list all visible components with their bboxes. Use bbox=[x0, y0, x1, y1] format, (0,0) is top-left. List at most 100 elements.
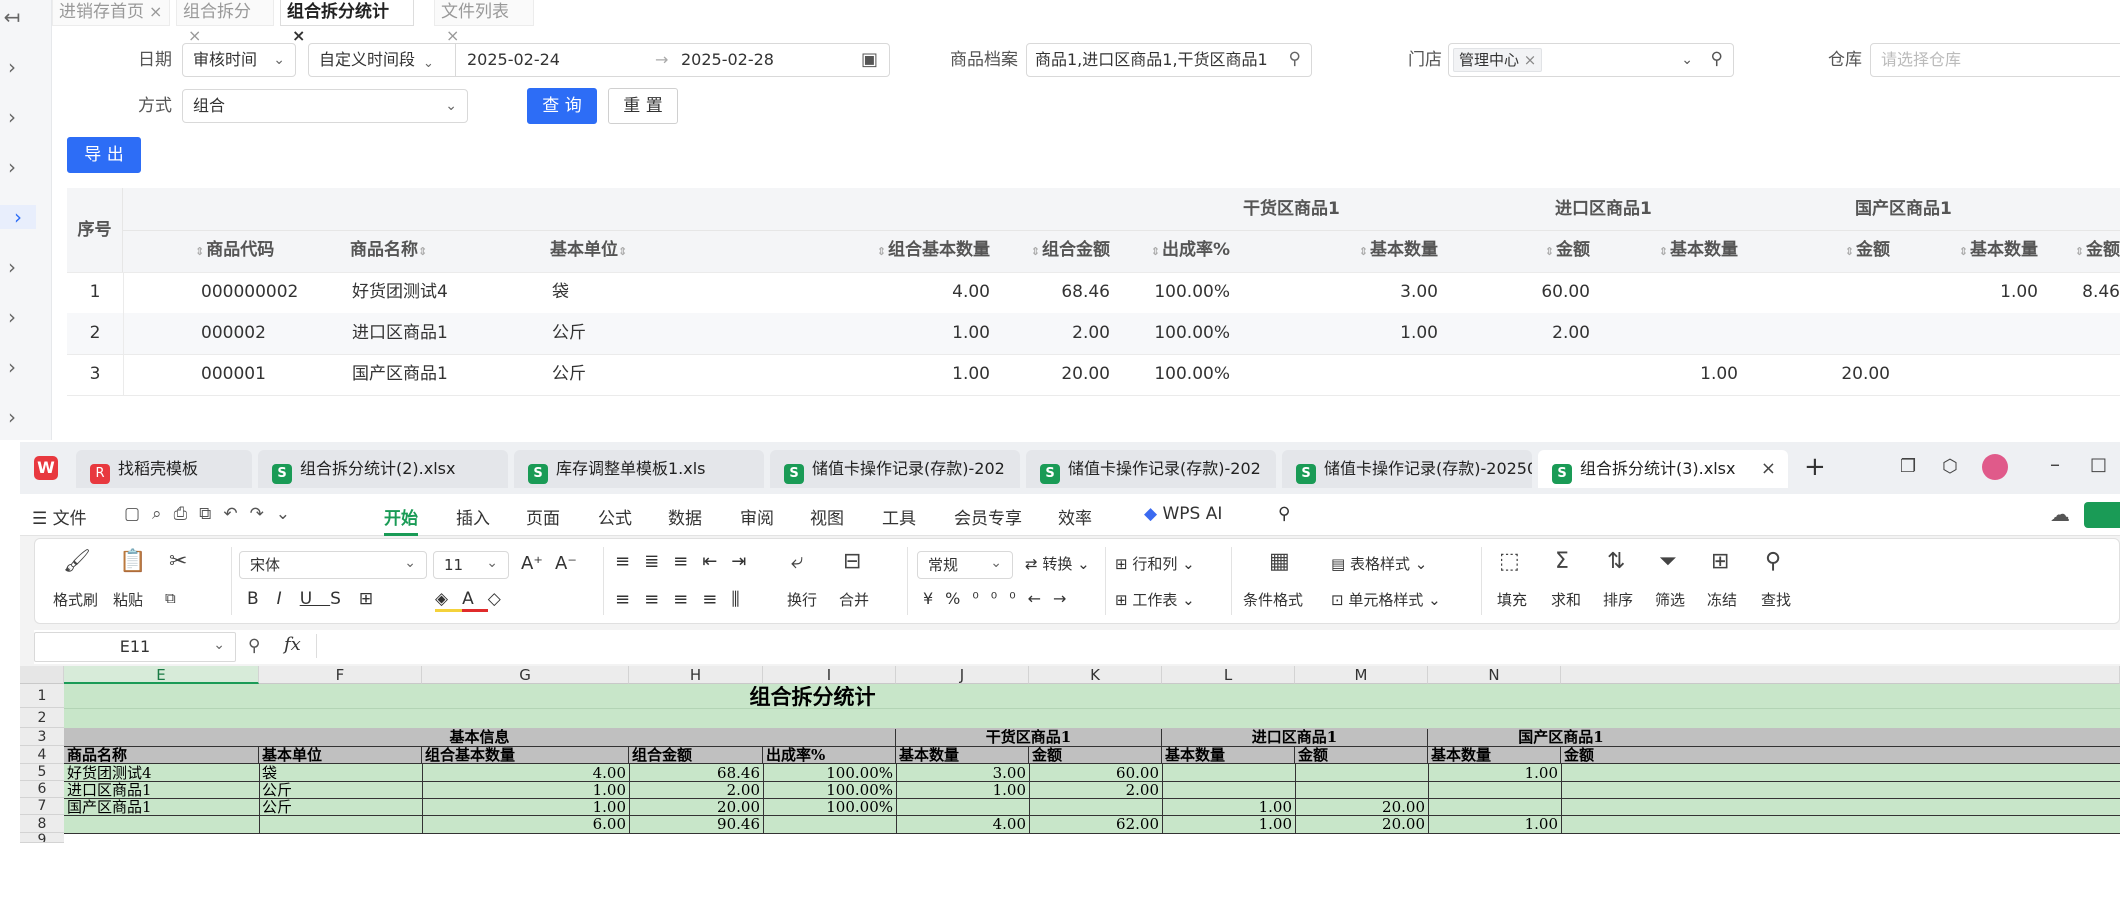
convert-button[interactable]: ⇄ 转换 ⌄ bbox=[1025, 553, 1090, 574]
header-cell[interactable]: 基本数量 bbox=[896, 746, 1029, 764]
col-header-J[interactable]: J bbox=[896, 666, 1029, 684]
formula-input[interactable] bbox=[324, 632, 2114, 662]
row-header[interactable]: 2 bbox=[20, 708, 64, 728]
search-icon[interactable]: ⚲ bbox=[1711, 43, 1723, 75]
chevron-right-icon[interactable]: › bbox=[0, 255, 24, 279]
font-grow-icon[interactable]: A⁺ bbox=[521, 553, 543, 574]
minimize-icon[interactable]: – bbox=[2050, 452, 2060, 476]
header-group-import[interactable]: 进口区商品1 bbox=[1162, 729, 1428, 746]
sort-button[interactable]: 排序 bbox=[1603, 589, 1633, 610]
header-cell[interactable]: 金额 bbox=[1295, 746, 1428, 764]
menu-tools[interactable]: 工具 bbox=[882, 504, 916, 529]
sheet-cell[interactable] bbox=[64, 814, 259, 836]
menu-efficiency[interactable]: 效率 bbox=[1058, 504, 1092, 529]
col-header-G[interactable]: G bbox=[422, 666, 629, 684]
mode-select[interactable]: 组合 ⌄ bbox=[182, 89, 468, 123]
row-header[interactable]: 3 bbox=[20, 728, 64, 746]
export-button[interactable]: 导 出 bbox=[67, 137, 141, 173]
tab-purchase-home[interactable]: 进销存首页 × bbox=[52, 0, 170, 26]
merge-icon[interactable]: ⊟ bbox=[843, 549, 861, 574]
row-header[interactable]: 7 bbox=[20, 798, 64, 815]
sheet-cell[interactable]: 20.00 bbox=[1295, 814, 1428, 836]
chevron-right-icon[interactable]: › bbox=[0, 355, 24, 379]
menu-insert[interactable]: 插入 bbox=[456, 504, 490, 529]
align-icons[interactable]: ≡≡≡≡⫼ bbox=[615, 589, 754, 610]
date-range-type[interactable]: 自定义时间段 bbox=[319, 44, 415, 76]
cloud-icon[interactable]: ☁ bbox=[2050, 502, 2070, 526]
search-icon[interactable]: ⚲ bbox=[1289, 44, 1301, 75]
store-select[interactable]: 管理中心 × ⌄ ⚲ bbox=[1448, 43, 1734, 77]
col-header-combo-amt[interactable]: ⇕ 组合金额 bbox=[990, 230, 1110, 272]
sheet-cell[interactable]: 4.00 bbox=[896, 814, 1029, 836]
col-header-F[interactable]: F bbox=[259, 666, 422, 684]
wps-logo-icon[interactable]: W bbox=[34, 456, 58, 480]
row-col-button[interactable]: ⊞ 行和列 ⌄ bbox=[1115, 553, 1195, 574]
tab-file-list[interactable]: 文件列表× bbox=[434, 0, 534, 45]
sum-button[interactable]: 求和 bbox=[1551, 589, 1581, 610]
col-header-name[interactable]: 商品名称⇕ bbox=[350, 230, 490, 272]
header-cell[interactable]: 组合基本数量 bbox=[422, 746, 629, 764]
copy-icon[interactable]: ⧉ bbox=[165, 589, 176, 607]
header-cell[interactable]: 基本数量 bbox=[1162, 746, 1295, 764]
col-header-K[interactable]: K bbox=[1029, 666, 1162, 684]
chevron-right-icon[interactable]: › bbox=[0, 205, 36, 229]
font-size-select[interactable]: 11 ⌄ bbox=[433, 551, 509, 579]
chevron-right-icon[interactable]: › bbox=[0, 405, 24, 429]
sheet-cell[interactable] bbox=[259, 814, 422, 836]
close-icon[interactable]: × bbox=[292, 26, 305, 45]
tab-combo-split-stats[interactable]: 组合拆分统计 × bbox=[280, 0, 414, 45]
color-icons[interactable]: ◈A◇ bbox=[435, 589, 515, 612]
col-header-combo-qty[interactable]: ⇕ 组合基本数量 bbox=[800, 230, 990, 272]
fill-icon[interactable]: ⬚ bbox=[1499, 549, 1520, 574]
menu-review[interactable]: 审阅 bbox=[740, 504, 774, 529]
fx-icon[interactable]: fx bbox=[284, 634, 301, 655]
header-cell[interactable]: 出成率% bbox=[763, 746, 896, 764]
window-restore-icon[interactable]: ❐ bbox=[1900, 456, 1916, 477]
wps-tab-file[interactable]: S 储值卡操作记录(存款)-20250 bbox=[1282, 450, 1532, 488]
product-select[interactable]: 商品1,进口区商品1,干货区商品1 ⚲ bbox=[1026, 43, 1312, 77]
header-group-domestic[interactable]: 国产区商品1 bbox=[1428, 729, 1694, 746]
calendar-icon[interactable]: ▣ bbox=[861, 44, 878, 76]
chevron-right-icon[interactable]: › bbox=[0, 55, 24, 79]
merge-button[interactable]: 合并 bbox=[839, 589, 869, 610]
wrap-icon[interactable]: ⤶ bbox=[791, 549, 803, 574]
sheet-title[interactable]: 组合拆分统计 bbox=[64, 686, 1561, 708]
row-header[interactable]: 5 bbox=[20, 764, 64, 781]
table-style-button[interactable]: ▤ 表格样式 ⌄ bbox=[1331, 553, 1427, 574]
font-style-icons[interactable]: BIUS⊞ bbox=[247, 589, 391, 609]
cut-icon[interactable]: ✂ bbox=[169, 549, 187, 574]
filter-icon[interactable]: ⏷ bbox=[1659, 549, 1677, 574]
header-cell[interactable]: 商品名称 bbox=[64, 746, 259, 764]
col-header-code[interactable]: ⇕ 商品代码 bbox=[195, 230, 335, 272]
worksheet-button[interactable]: ⊞ 工作表 ⌄ bbox=[1115, 589, 1195, 610]
col-header-g2-qty[interactable]: ⇕ 基本数量 bbox=[1570, 230, 1738, 272]
close-icon[interactable]: × bbox=[1524, 51, 1537, 69]
number-format-select[interactable]: 常规 ⌄ bbox=[917, 551, 1013, 579]
col-header-g3-qty[interactable]: ⇕ 基本数量 bbox=[1870, 230, 2038, 272]
find-icon[interactable]: ⚲ bbox=[1765, 549, 1781, 574]
col-header-N[interactable]: N bbox=[1428, 666, 1561, 684]
reset-button[interactable]: 重 置 bbox=[608, 88, 678, 124]
header-cell[interactable]: 金额 bbox=[1561, 746, 2120, 764]
select-all-corner[interactable] bbox=[20, 666, 64, 684]
sheet-cell[interactable]: 62.00 bbox=[1029, 814, 1162, 836]
font-shrink-icon[interactable]: A⁻ bbox=[555, 553, 577, 574]
close-icon[interactable]: × bbox=[149, 2, 162, 21]
wps-tab-file[interactable]: S 储值卡操作记录(存款)-202 bbox=[770, 450, 1020, 488]
menu-data[interactable]: 数据 bbox=[668, 504, 702, 529]
quick-access-icons[interactable]: ▢⌕⎙⧉↶↷⌄ bbox=[124, 504, 302, 524]
col-header-g1-amt[interactable]: ⇕ 金额 bbox=[1438, 230, 1590, 272]
format-painter-icon[interactable]: 🖌 bbox=[63, 549, 91, 574]
col-header-E[interactable]: E bbox=[64, 666, 259, 684]
sheet-cell[interactable] bbox=[763, 814, 896, 836]
sum-icon[interactable]: Σ bbox=[1555, 549, 1569, 574]
zoom-icon[interactable]: ⚲ bbox=[248, 636, 260, 656]
menu-formula[interactable]: 公式 bbox=[598, 504, 632, 529]
menu-file[interactable]: ☰ 文件 bbox=[32, 504, 87, 529]
row-header[interactable]: 4 bbox=[20, 746, 64, 764]
format-painter-button[interactable]: 格式刷 bbox=[53, 589, 98, 610]
wps-tab-file[interactable]: S 组合拆分统计(2).xlsx bbox=[258, 450, 508, 488]
paste-icon[interactable]: 📋 bbox=[119, 549, 146, 574]
wps-tab-file[interactable]: S 储值卡操作记录(存款)-202 bbox=[1026, 450, 1276, 488]
collapse-icon[interactable]: ↤ bbox=[0, 5, 24, 29]
